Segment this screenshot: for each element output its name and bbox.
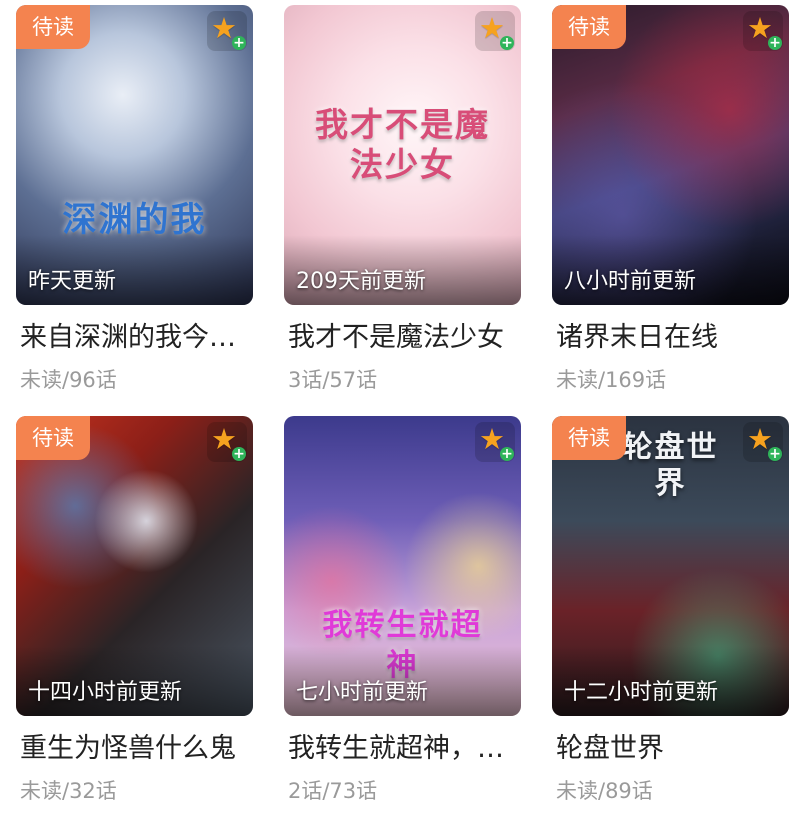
comic-card[interactable]: 待读 ★ + 十四小时前更新 重生为怪兽什么鬼 未读/32话 bbox=[16, 416, 253, 816]
to-read-badge: 待读 bbox=[16, 5, 90, 49]
plus-icon: + bbox=[232, 446, 246, 462]
comic-title[interactable]: 重生为怪兽什么鬼 bbox=[20, 729, 253, 769]
comic-title[interactable]: 来自深渊的我今… bbox=[20, 318, 253, 358]
update-time: 七小时前更新 bbox=[296, 680, 429, 705]
comic-card[interactable]: 轮盘世界 待读 ★ + 十二小时前更新 轮盘世界 未读/89话 bbox=[552, 416, 789, 816]
update-time: 十四小时前更新 bbox=[28, 680, 183, 705]
update-time: 十二小时前更新 bbox=[564, 680, 719, 705]
favorite-add-button[interactable]: ★ + bbox=[475, 422, 515, 462]
cover-image[interactable]: 待读 ★ + 十四小时前更新 bbox=[16, 416, 253, 716]
favorite-add-button[interactable]: ★ + bbox=[207, 11, 247, 51]
comic-title[interactable]: 我才不是魔法少女 bbox=[288, 318, 521, 358]
read-progress: 未读/32话 bbox=[20, 779, 117, 803]
favorite-add-button[interactable]: ★ + bbox=[743, 11, 783, 51]
cover-art-title: 我才不是魔法少女 bbox=[315, 105, 490, 184]
plus-icon: + bbox=[768, 35, 782, 51]
cover-image[interactable]: 我才不是魔法少女 ★ + 209天前更新 bbox=[284, 5, 521, 305]
cover-art-title: 深渊的我 bbox=[62, 200, 207, 240]
comic-card[interactable]: 我转生就超神 ★ + 七小时前更新 我转生就超神，… 2话/73话 bbox=[284, 416, 521, 816]
comic-grid: 深渊的我 待读 ★ + 昨天更新 来自深渊的我今… 未读/96话 我才不是魔法少… bbox=[0, 0, 800, 823]
comic-card[interactable]: 深渊的我 待读 ★ + 昨天更新 来自深渊的我今… 未读/96话 bbox=[16, 5, 253, 405]
update-time: 昨天更新 bbox=[28, 269, 117, 294]
cover-image[interactable]: 轮盘世界 待读 ★ + 十二小时前更新 bbox=[552, 416, 789, 716]
comic-card[interactable]: 待读 ★ + 八小时前更新 诸界末日在线 未读/169话 bbox=[552, 5, 789, 405]
favorite-add-button[interactable]: ★ + bbox=[743, 422, 783, 462]
read-progress: 未读/96话 bbox=[20, 368, 117, 392]
to-read-badge: 待读 bbox=[552, 416, 626, 460]
comic-card[interactable]: 我才不是魔法少女 ★ + 209天前更新 我才不是魔法少女 3话/57话 bbox=[284, 5, 521, 405]
comic-title[interactable]: 我转生就超神，… bbox=[288, 729, 521, 769]
plus-icon: + bbox=[500, 35, 514, 51]
favorite-add-button[interactable]: ★ + bbox=[207, 422, 247, 462]
read-progress: 2话/73话 bbox=[288, 779, 378, 803]
update-time: 八小时前更新 bbox=[564, 269, 697, 294]
cover-art-title: 轮盘世界 bbox=[622, 430, 719, 501]
read-progress: 3话/57话 bbox=[288, 368, 378, 392]
read-progress: 未读/89话 bbox=[556, 779, 653, 803]
comic-title[interactable]: 诸界末日在线 bbox=[556, 318, 789, 358]
cover-image[interactable]: 我转生就超神 ★ + 七小时前更新 bbox=[284, 416, 521, 716]
plus-icon: + bbox=[768, 446, 782, 462]
cover-image[interactable]: 待读 ★ + 八小时前更新 bbox=[552, 5, 789, 305]
plus-icon: + bbox=[232, 35, 246, 51]
to-read-badge: 待读 bbox=[16, 416, 90, 460]
read-progress: 未读/169话 bbox=[556, 368, 667, 392]
update-time: 209天前更新 bbox=[296, 269, 426, 294]
plus-icon: + bbox=[500, 446, 514, 462]
favorite-add-button[interactable]: ★ + bbox=[475, 11, 515, 51]
to-read-badge: 待读 bbox=[552, 5, 626, 49]
cover-image[interactable]: 深渊的我 待读 ★ + 昨天更新 bbox=[16, 5, 253, 305]
comic-title[interactable]: 轮盘世界 bbox=[556, 729, 789, 769]
